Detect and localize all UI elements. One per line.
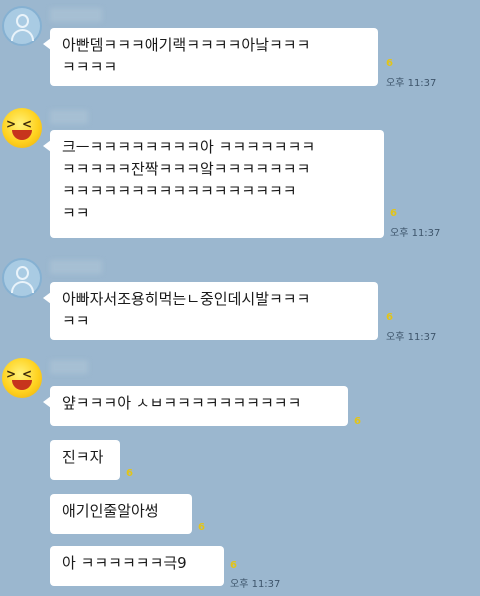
message-bubble[interactable]: 진ㅋ자: [50, 440, 120, 480]
sender-name: name: [50, 260, 102, 274]
unread-count: 6: [390, 208, 397, 219]
message-bubble[interactable]: 크ㅡㅋㅋㅋㅋㅋㅋㅋㅋ아 ㅋㅋㅋㅋㅋㅋㅋ ㅋㅋㅋㅋㅋ잔짝ㅋㅋㅋ앜ㅋㅋㅋㅋㅋㅋㅋ ㅋ…: [43, 130, 384, 238]
unread-count: 6: [386, 312, 393, 323]
message-bubble[interactable]: 아빤뎀ㅋㅋㅋ애기랙ㅋㅋㅋㅋ아낰ㅋㅋㅋ ㅋㅋㅋㅋ: [43, 28, 378, 86]
unread-count: 6: [386, 58, 393, 69]
unread-count: 6: [230, 560, 237, 571]
profile-avatar[interactable]: ><: [2, 358, 42, 398]
message-time: 오후 11:37: [390, 228, 441, 239]
message-time: 오후 11:37: [230, 579, 281, 590]
unread-count: 6: [354, 416, 361, 427]
profile-avatar[interactable]: [2, 6, 42, 46]
message-bubble[interactable]: 얖ㅋㅋㅋ아 ㅅㅂㅋㅋㅋㅋㅋㅋㅋㅋㅋㅋ: [43, 386, 348, 426]
message-bubble[interactable]: 아 ㅋㅋㅋㅋㅋㅋ극9: [50, 546, 224, 586]
sender-name: name: [50, 360, 88, 374]
person-icon: [16, 14, 29, 28]
chat-room: name 아빤뎀ㅋㅋㅋ애기랙ㅋㅋㅋㅋ아낰ㅋㅋㅋ ㅋㅋㅋㅋ 6 오후 11:37 …: [0, 0, 480, 596]
message-bubble[interactable]: 애기인줄알아썽: [50, 494, 192, 534]
laughing-face-icon: ><: [5, 117, 39, 131]
person-icon: [16, 266, 29, 280]
message-time: 오후 11:37: [386, 332, 437, 343]
unread-count: 6: [198, 522, 205, 533]
unread-count: 6: [126, 468, 133, 479]
profile-avatar[interactable]: [2, 258, 42, 298]
profile-avatar[interactable]: ><: [2, 108, 42, 148]
sender-name: name: [50, 8, 102, 22]
laughing-face-icon: ><: [5, 367, 39, 381]
message-bubble[interactable]: 아빠자서조용히먹는ㄴ중인데시발ㅋㅋㅋ ㅋㅋ: [43, 282, 378, 340]
sender-name: name: [50, 110, 88, 124]
message-time: 오후 11:37: [386, 78, 437, 89]
